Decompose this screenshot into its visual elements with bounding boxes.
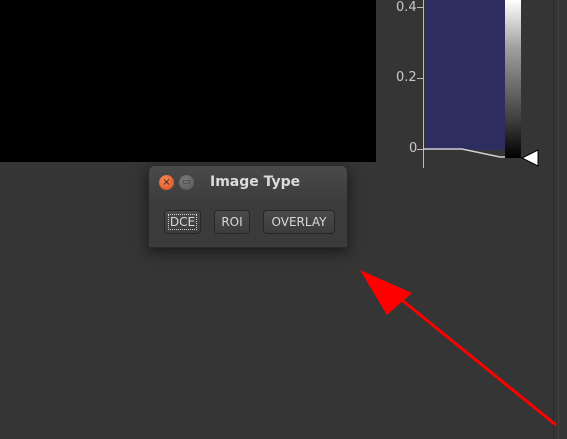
histogram-curve bbox=[423, 148, 505, 158]
dce-button[interactable]: DCE bbox=[164, 210, 201, 234]
minimize-icon: ▭ bbox=[182, 177, 191, 187]
red-arrow-icon bbox=[391, 290, 557, 427]
image-type-dialog: × ▭ Image Type DCE ROI OVERLAY bbox=[148, 165, 348, 248]
close-icon: × bbox=[162, 177, 171, 188]
overlay-button[interactable]: OVERLAY bbox=[263, 210, 335, 234]
dce-button-label: DCE bbox=[167, 214, 198, 230]
close-button[interactable]: × bbox=[159, 175, 174, 190]
minimize-button[interactable]: ▭ bbox=[179, 175, 194, 190]
dialog-titlebar[interactable]: × ▭ Image Type bbox=[149, 166, 347, 200]
roi-button[interactable]: ROI bbox=[214, 210, 250, 234]
red-arrowhead-icon bbox=[360, 270, 412, 315]
overlay-button-label: OVERLAY bbox=[271, 215, 327, 229]
roi-button-label: ROI bbox=[221, 215, 243, 229]
dialog-title: Image Type bbox=[210, 174, 301, 190]
colormap-slider-triangle bbox=[520, 149, 539, 167]
